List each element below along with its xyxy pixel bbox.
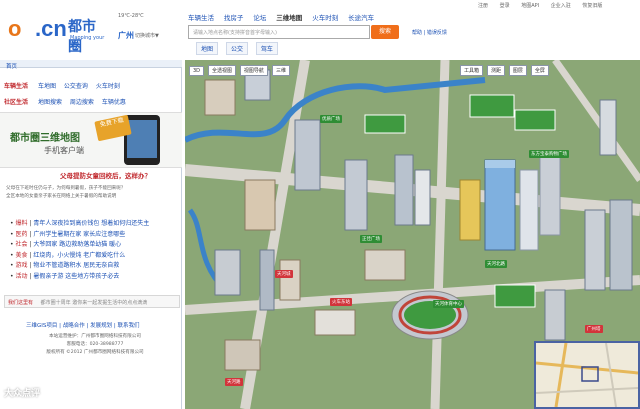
help-links: 帮助 | 错误反馈 xyxy=(412,30,447,36)
footer-line: 本站运营维护：广州都市圈网络科技有限公司 xyxy=(49,334,141,339)
banner-subtitle: 手机客户端 xyxy=(44,146,84,155)
map-view-controls: 3D 全透视图 视图导航 xyxy=(189,65,270,76)
service-link[interactable]: 车地图 xyxy=(38,83,56,90)
site-logo[interactable]: o .cn 都市圈 Mapping your life xyxy=(8,14,106,55)
poi-marker[interactable]: 天河体育中心 xyxy=(433,300,464,308)
footer-link[interactable]: 战略合作 xyxy=(63,323,85,329)
message-text: 都市圈十周年 邀你来一起发掘生活中的点点滴滴 xyxy=(40,300,148,306)
tab-bus[interactable]: 公交 xyxy=(225,42,248,55)
list-item[interactable]: • 美食 | 红烧肉，小火慢炖 老广都爱吃什么 xyxy=(10,251,180,262)
current-city: 广州 xyxy=(118,31,134,40)
left-panel-tabbar xyxy=(0,60,182,68)
poi-marker[interactable]: 火车东站 xyxy=(330,298,352,306)
tab-home[interactable]: 首页 xyxy=(6,62,17,70)
message-label: 我们这里有 xyxy=(8,300,34,306)
poi-marker[interactable]: 优质广场 xyxy=(320,115,342,123)
view-3d-button[interactable]: 3D xyxy=(189,66,205,76)
service-row: 社区生活 地图搜索 周边搜索 车辆优惠 xyxy=(4,97,132,106)
login-link[interactable]: 登录 xyxy=(500,3,510,9)
business-link[interactable]: 企业入驻 xyxy=(551,3,571,9)
search-input[interactable]: 请输入地点名称(支持拼音首字母输入) xyxy=(188,25,370,39)
logo-tagline: Mapping your life xyxy=(70,35,105,47)
register-link[interactable]: 注册 xyxy=(478,3,488,9)
logo-cn: .cn xyxy=(35,16,67,41)
list-item[interactable]: • 活动 | 暑假亲子游 这些地方带孩子必去 xyxy=(10,272,180,283)
headline-intro: 父母在下班时任仍与子，为何每到暑假，孩子不能回来呢？ 全区本地的女童亲子家长在网… xyxy=(6,185,180,201)
footer-info: 本站运营维护：广州都市圈网络科技有限公司 客服电话：020-38988777 版… xyxy=(20,333,170,357)
poi-marker[interactable]: 天河路 xyxy=(225,378,243,386)
footer-line: 客服电话：020-38988777 xyxy=(66,342,124,347)
weather-text: 19℃-28℃ xyxy=(118,13,144,19)
nav-train[interactable]: 火车时刻 xyxy=(312,12,338,22)
service-link[interactable]: 火车时刻 xyxy=(96,83,120,90)
old-version-link[interactable]: 恢复旧版 xyxy=(582,3,602,9)
nav-3d-map[interactable]: 三维地图 xyxy=(276,12,302,22)
poi-marker[interactable]: 天河城 xyxy=(275,270,293,278)
headline-link[interactable]: 父母提防女童回校后，这样办？ xyxy=(60,170,151,180)
poi-marker[interactable]: 天河北路 xyxy=(485,260,507,268)
list-item[interactable]: • 医药 | 广州学生暑期在家 家长应注意哪些 xyxy=(10,230,180,241)
search-button[interactable]: 搜索 xyxy=(371,25,399,39)
list-item[interactable]: • 爆料 | 青年人深夜捡到高价钱包 想着如何归还失主 xyxy=(10,219,180,230)
tab-drive[interactable]: 驾车 xyxy=(255,42,278,55)
list-item[interactable]: • 社会 | 大爷回家 路边救助落单幼猫 暖心 xyxy=(10,240,180,251)
intro-line: 全区本地的女童亲子家长在网络上关于暑假的帮助说明 xyxy=(6,194,117,199)
service-link[interactable]: 车辆优惠 xyxy=(102,99,126,106)
toolbox-button[interactable]: 工具箱 xyxy=(460,65,484,76)
minimap-graphic xyxy=(536,343,638,407)
overview-minimap[interactable] xyxy=(534,341,640,409)
poi-marker[interactable]: 广州塔 xyxy=(585,325,603,333)
logo-o: o xyxy=(8,16,22,41)
service-row-head: 社区生活 xyxy=(4,99,29,106)
city-switch-link[interactable]: 切换城市▼ xyxy=(135,32,159,39)
service-link[interactable]: 周边搜索 xyxy=(70,99,94,106)
view-mode-label: 三维 xyxy=(272,65,291,76)
top-links: 注册 登录 地图API 企业入驻 恢复旧版 xyxy=(478,2,612,9)
map-toolbar: 工具箱 测距 图层 全屏 xyxy=(460,65,551,76)
service-row: 车辆生活 车地图 公交查询 火车时刻 xyxy=(4,81,126,90)
footer-link[interactable]: 联系我们 xyxy=(118,323,140,329)
view-nav-dropdown[interactable]: 视图导航 xyxy=(239,65,268,76)
nav-house[interactable]: 找房子 xyxy=(224,12,244,22)
nav-car-life[interactable]: 车辆生活 xyxy=(188,12,214,22)
header: o .cn 都市圈 Mapping your life 19℃-28℃ 广州 切… xyxy=(0,0,640,60)
watermark: 大众点评 xyxy=(4,389,41,399)
map-api-link[interactable]: 地图API xyxy=(521,3,539,9)
footer-line: 版权所有 ©2012 广州都市圈网络科技有限公司 xyxy=(46,350,144,355)
top-nav: 车辆生活 找房子 论坛 三维地图 火车时刻 长途汽车 xyxy=(188,12,382,24)
poi-marker[interactable]: 正佳广场 xyxy=(360,235,382,243)
list-item[interactable]: • 游戏 | 物业不管道路积水 居民无奈自救 xyxy=(10,261,180,272)
message-bar[interactable]: 我们这里有 都市圈十周年 邀你来一起发掘生活中的点点滴滴 xyxy=(4,295,180,308)
poi-marker[interactable]: 东方宝泰购物广场 xyxy=(529,150,569,158)
help-link[interactable]: 帮助 xyxy=(412,30,422,36)
service-link[interactable]: 公交查询 xyxy=(64,83,88,90)
mobile-app-banner[interactable]: 都市圈三维地图 手机客户端 免费下载 xyxy=(0,112,182,168)
banner-title: 都市圈三维地图 xyxy=(10,133,80,144)
measure-button[interactable]: 测距 xyxy=(486,65,505,76)
search-subtabs: 地图 公交 驾车 xyxy=(196,42,284,55)
fullscreen-button[interactable]: 全屏 xyxy=(530,65,549,76)
nav-coach[interactable]: 长途汽车 xyxy=(348,12,374,22)
nav-forum[interactable]: 论坛 xyxy=(253,12,266,22)
intro-line: 父母在下班时任仍与子，为何每到暑假，孩子不能回来呢？ xyxy=(6,186,126,191)
tab-map[interactable]: 地图 xyxy=(196,42,219,55)
footer-link[interactable]: 三维GIS项目 xyxy=(26,323,57,329)
perspective-dropdown[interactable]: 全透视图 xyxy=(207,65,236,76)
footer-links: 三维GIS项目 | 战略合作 | 发展规划 | 联系我们 xyxy=(26,323,140,329)
service-row-head: 车辆生活 xyxy=(4,83,29,90)
service-link[interactable]: 地图搜索 xyxy=(38,99,62,106)
footer-link[interactable]: 发展规划 xyxy=(90,323,112,329)
layers-button[interactable]: 图层 xyxy=(508,65,527,76)
feedback-link[interactable]: 错误反馈 xyxy=(427,30,447,36)
news-list: • 爆料 | 青年人深夜捡到高价钱包 想着如何归还失主 • 医药 | 广州学生暑… xyxy=(10,219,180,282)
